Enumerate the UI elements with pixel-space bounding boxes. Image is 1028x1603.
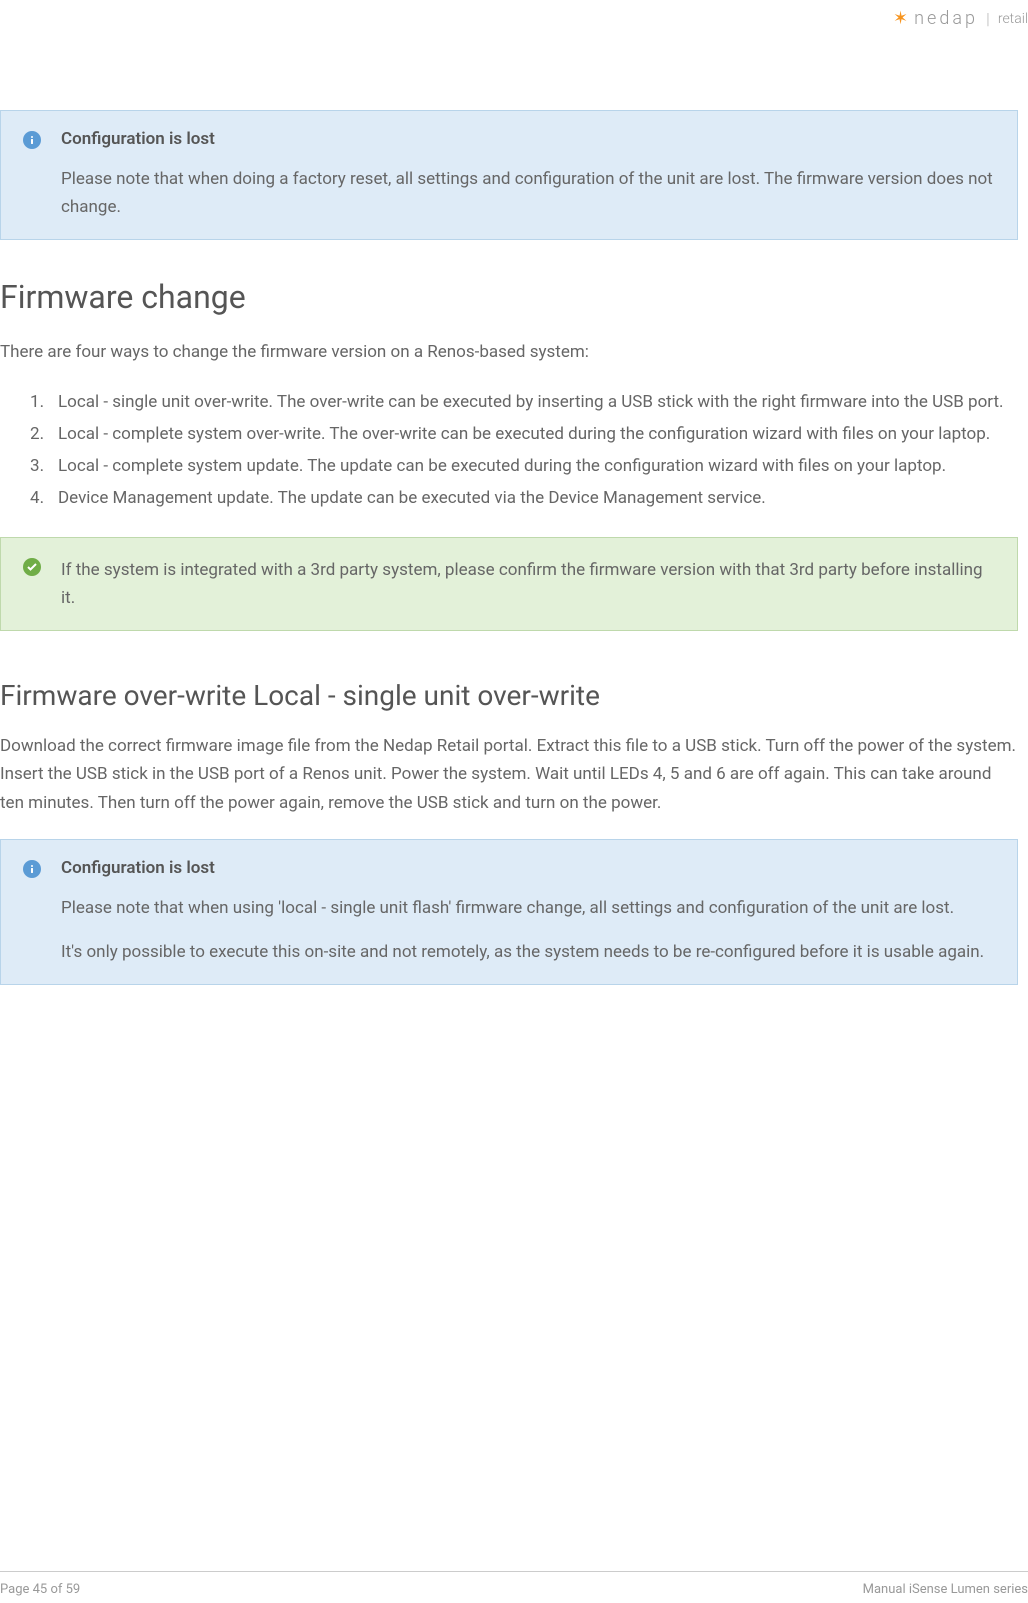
success-callout-3rd-party: If the system is integrated with a 3rd p…: [0, 537, 1018, 631]
logo-star-icon: ✶: [893, 8, 908, 29]
callout-body-paragraph: It's only possible to execute this on-si…: [61, 938, 995, 966]
page-footer: Page 45 of 59 Manual iSense Lumen series: [0, 1571, 1028, 1597]
body-text: Download the correct firmware image file…: [0, 732, 1018, 816]
info-callout-config-lost-1: Configuration is lost Please note that w…: [0, 110, 1018, 240]
document-title: Manual iSense Lumen series: [863, 1582, 1028, 1597]
logo-brand-text: nedap: [914, 8, 978, 29]
info-callout-config-lost-2: Configuration is lost Please note that w…: [0, 839, 1018, 985]
page-number: Page 45 of 59: [0, 1582, 80, 1597]
section-heading-firmware-change: Firmware change: [0, 278, 1018, 316]
logo-divider: |: [986, 9, 990, 28]
list-item: Local - single unit over-write. The over…: [30, 388, 1018, 416]
info-icon: [23, 131, 41, 149]
callout-body: Please note that when doing a factory re…: [61, 165, 995, 221]
section-heading-firmware-overwrite: Firmware over-write Local - single unit …: [0, 679, 1018, 712]
brand-logo: ✶ nedap | retail: [893, 8, 1028, 29]
callout-title: Configuration is lost: [61, 129, 995, 149]
callout-body-paragraph: Please note that when using 'local - sin…: [61, 894, 995, 922]
callout-title: Configuration is lost: [61, 858, 995, 878]
logo-suffix-text: retail: [998, 11, 1028, 27]
callout-body: If the system is integrated with a 3rd p…: [61, 556, 995, 612]
intro-text: There are four ways to change the firmwa…: [0, 338, 1018, 366]
list-item: Local - complete system over-write. The …: [30, 420, 1018, 448]
list-item: Local - complete system update. The upda…: [30, 452, 1018, 480]
checkmark-icon: [23, 558, 41, 576]
info-icon: [23, 860, 41, 878]
firmware-change-list: Local - single unit over-write. The over…: [30, 388, 1018, 512]
list-item: Device Management update. The update can…: [30, 484, 1018, 512]
